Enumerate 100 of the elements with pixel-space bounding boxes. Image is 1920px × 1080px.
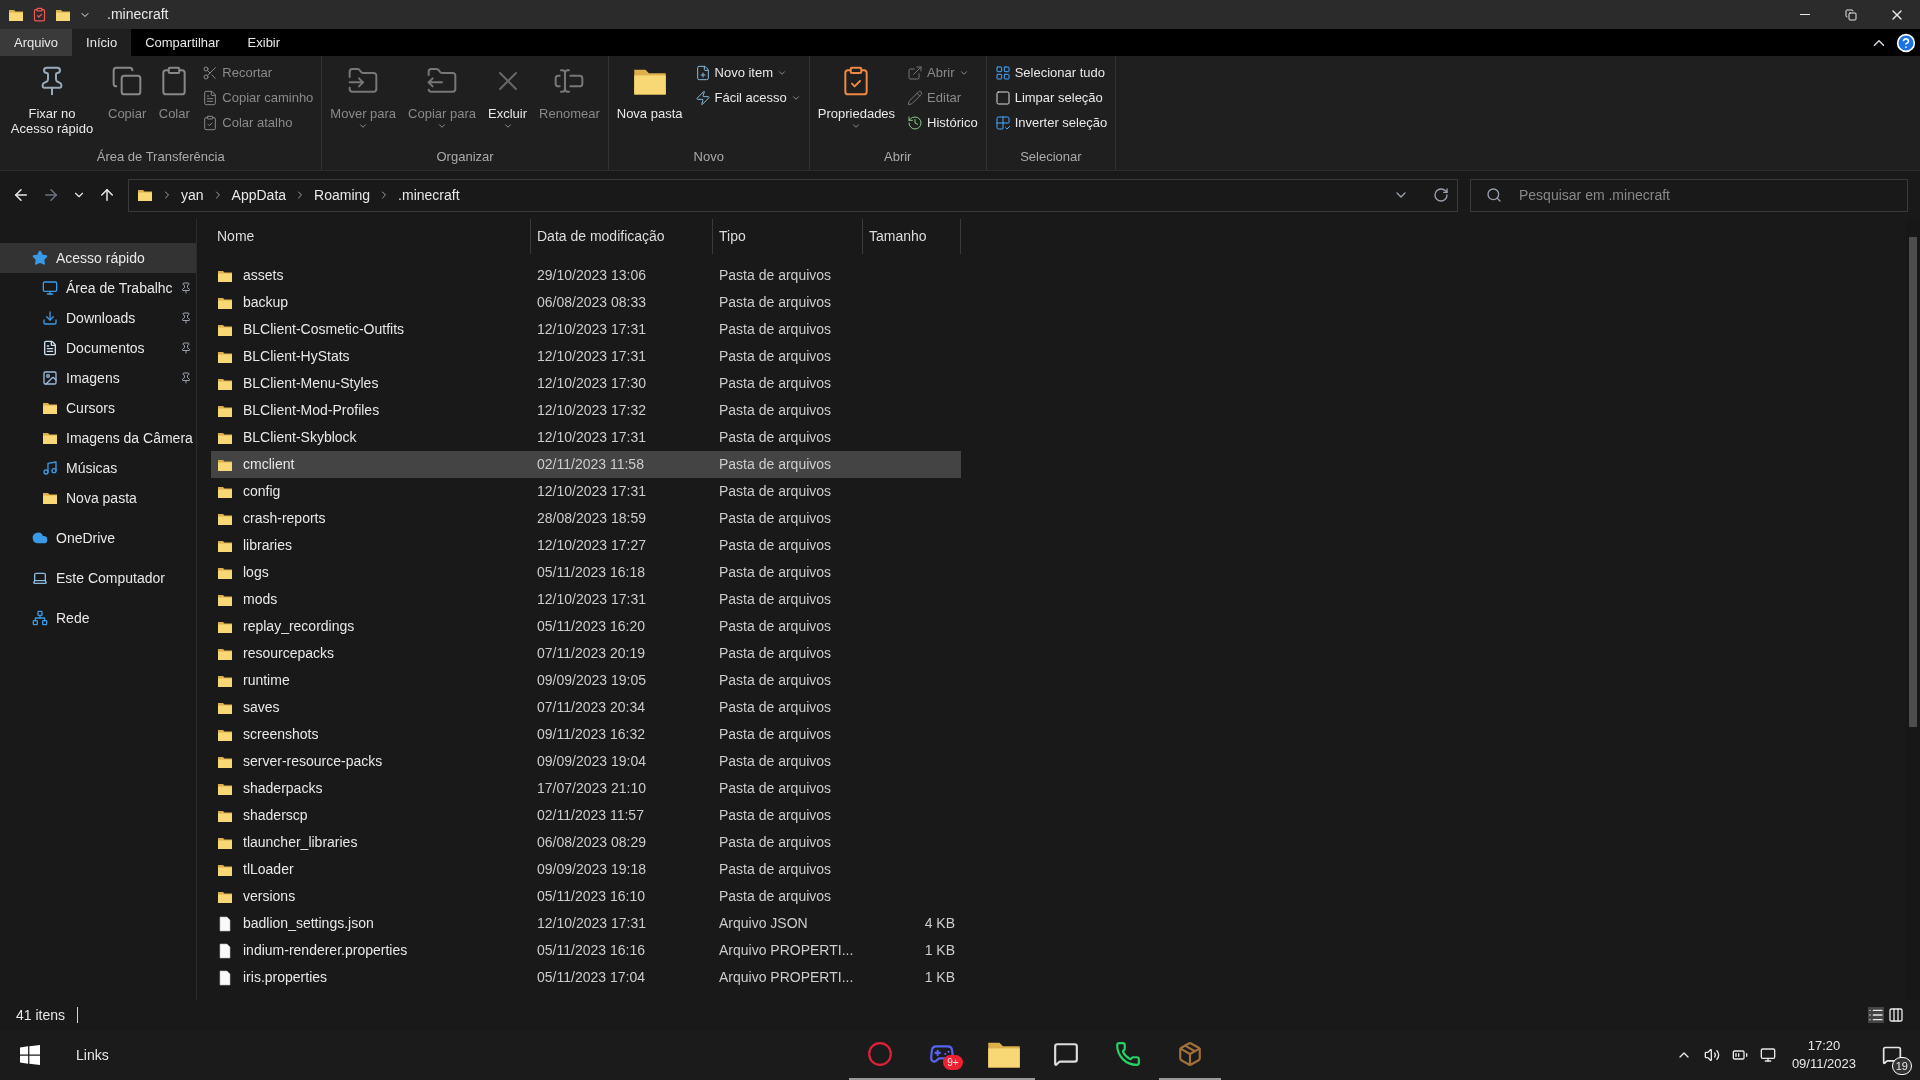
file-name: tlauncher_libraries bbox=[243, 833, 358, 852]
ribbon-small-button[interactable]: Inverter seleção bbox=[990, 112, 1112, 134]
ribbon-small-button[interactable]: Selecionar tudo bbox=[990, 62, 1112, 84]
ribbon-small-button[interactable]: Fácil acesso bbox=[690, 87, 805, 109]
file-name: BLClient-HyStats bbox=[243, 347, 350, 366]
file-name: versions bbox=[243, 887, 296, 906]
battery-icon[interactable] bbox=[1731, 1047, 1748, 1063]
tiles-view-icon[interactable] bbox=[1888, 1007, 1904, 1023]
sidebar-item[interactable]: OneDrive bbox=[0, 523, 196, 553]
back-icon[interactable] bbox=[12, 186, 30, 204]
file-name: cmclient bbox=[243, 455, 295, 474]
file-row[interactable]: tlauncher_libraries 06/08/2023 08:29 Pasta de arquivos bbox=[211, 829, 961, 856]
ribbon-small-button[interactable]: Limpar seleção bbox=[990, 87, 1112, 109]
ribbon-button[interactable]: Propriedades bbox=[813, 60, 900, 131]
ribbon-small-button[interactable]: Histórico bbox=[903, 112, 982, 134]
file-row[interactable]: BLClient-Menu-Styles 12/10/2023 17:30 Pasta de arquivos bbox=[211, 370, 961, 397]
file-row[interactable]: assets 29/10/2023 13:06 Pasta de arquivos bbox=[211, 262, 961, 289]
file-row[interactable]: backup 06/08/2023 08:33 Pasta de arquivos bbox=[211, 289, 961, 316]
file-name: runtime bbox=[243, 671, 290, 690]
column-header[interactable]: Tamanho bbox=[863, 219, 961, 254]
edit-icon bbox=[907, 90, 924, 106]
file-row[interactable]: shaderpacks 17/07/2023 21:10 Pasta de arquivos bbox=[211, 775, 961, 802]
sidebar-item[interactable]: Downloads bbox=[0, 303, 196, 333]
search-field[interactable]: Pesquisar em .minecraft bbox=[1470, 178, 1908, 212]
file-row[interactable]: runtime 09/09/2023 19:05 Pasta de arquivos bbox=[211, 667, 961, 694]
type-cell-text: Arquivo PROPERTI... bbox=[718, 968, 855, 987]
sidebar-item[interactable]: Área de Trabalhc bbox=[0, 273, 196, 303]
file-row[interactable]: server-resource-packs 09/09/2023 19:04 Pasta de arquivos bbox=[211, 748, 961, 775]
refresh-icon[interactable] bbox=[1433, 187, 1449, 203]
file-name: saves bbox=[243, 698, 280, 717]
ribbon-small-button[interactable]: Novo item bbox=[690, 62, 805, 84]
forward-icon[interactable] bbox=[42, 186, 60, 204]
column-header[interactable]: Tipo bbox=[713, 219, 863, 254]
sidebar-item[interactable]: Nova pasta bbox=[0, 483, 196, 513]
sidebar-item[interactable]: Imagens da Câmera bbox=[0, 423, 196, 453]
window-title: .minecraft bbox=[107, 5, 169, 24]
date-cell-text: 17/07/2023 21:10 bbox=[536, 779, 647, 798]
sidebar-item[interactable]: Documentos bbox=[0, 333, 196, 363]
breadcrumb[interactable]: .minecraft bbox=[398, 184, 460, 206]
date-cell-text: 05/11/2023 16:20 bbox=[536, 617, 646, 636]
type-cell-text: Pasta de arquivos bbox=[718, 752, 833, 771]
file-row[interactable]: BLClient-HyStats 12/10/2023 17:31 Pasta de arquivos bbox=[211, 343, 961, 370]
clock[interactable]: 17:20 09/11/2023 bbox=[1787, 1037, 1860, 1073]
address-bar[interactable]: yan AppData Roaming .minecraft bbox=[128, 178, 1458, 212]
sidebar-item[interactable]: Rede bbox=[0, 603, 196, 633]
file-name: server-resource-packs bbox=[243, 752, 383, 771]
column-header[interactable]: Nome bbox=[211, 219, 531, 254]
ribbon-tab[interactable]: Início bbox=[72, 29, 132, 56]
breadcrumb[interactable]: Roaming bbox=[314, 184, 371, 206]
file-name: crash-reports bbox=[243, 509, 326, 528]
taskbar-app[interactable]: 9+ bbox=[910, 1030, 973, 1080]
new-item-icon bbox=[694, 65, 711, 81]
column-header[interactable]: Data de modificação bbox=[531, 219, 713, 254]
invert-selection-icon bbox=[994, 115, 1011, 131]
details-view-icon[interactable] bbox=[1868, 1007, 1884, 1023]
breadcrumb[interactable]: AppData bbox=[231, 184, 287, 206]
file-name: replay_recordings bbox=[243, 617, 355, 636]
volume-icon[interactable] bbox=[1703, 1047, 1720, 1063]
file-name: libraries bbox=[243, 536, 292, 555]
properties-icon[interactable] bbox=[32, 7, 47, 22]
file-row[interactable]: versions 05/11/2023 16:10 Pasta de arquivos bbox=[211, 883, 961, 910]
file-row[interactable]: indium-renderer.properties 05/11/2023 16:16 Arquivo PROPERTI... 1 KB bbox=[211, 937, 961, 964]
file-row[interactable]: mods 12/10/2023 17:31 Pasta de arquivos bbox=[211, 586, 961, 613]
date-cell-text: 12/10/2023 17:31 bbox=[536, 914, 647, 933]
sidebar-item[interactable]: Músicas bbox=[0, 453, 196, 483]
sidebar-item[interactable]: Acesso rápido bbox=[0, 243, 196, 273]
file-row[interactable]: screenshots 09/11/2023 16:32 Pasta de arquivos bbox=[211, 721, 961, 748]
up-icon[interactable] bbox=[98, 186, 116, 204]
file-tab[interactable]: Arquivo bbox=[0, 29, 73, 56]
file-row[interactable]: shaderscp 02/11/2023 11:57 Pasta de arquivos bbox=[211, 802, 961, 829]
file-name: shaderscp bbox=[243, 806, 308, 825]
file-row[interactable]: replay_recordings 05/11/2023 16:20 Pasta de arquivos bbox=[211, 613, 961, 640]
file-row[interactable]: cmclient 02/11/2023 11:58 Pasta de arquivos bbox=[211, 451, 961, 478]
file-row[interactable]: BLClient-Mod-Profiles 12/10/2023 17:32 Pasta de arquivos bbox=[211, 397, 961, 424]
sidebar-item[interactable]: Imagens bbox=[0, 363, 196, 393]
file-row[interactable]: iris.properties 05/11/2023 17:04 Arquivo PROPERTI... 1 KB bbox=[211, 964, 961, 991]
ribbon-button[interactable]: Excluir bbox=[484, 60, 532, 131]
ribbon-button[interactable]: Fixar no Acesso rápido bbox=[4, 60, 100, 136]
file-row[interactable]: badlion_settings.json 12/10/2023 17:31 Arquivo JSON 4 KB bbox=[211, 910, 961, 937]
sidebar-item[interactable]: Este Computador bbox=[0, 563, 196, 593]
type-cell-text: Pasta de arquivos bbox=[718, 671, 833, 690]
ribbon-button[interactable]: Nova pasta bbox=[612, 60, 687, 121]
date-cell-text: 07/11/2023 20:34 bbox=[536, 698, 646, 717]
file-row[interactable]: resourcepacks 07/11/2023 20:19 Pasta de arquivos bbox=[211, 640, 961, 667]
file-row[interactable]: libraries 12/10/2023 17:27 Pasta de arquivos bbox=[211, 532, 961, 559]
file-row[interactable]: BLClient-Skyblock 12/10/2023 17:31 Pasta de arquivos bbox=[211, 424, 961, 451]
file-row[interactable]: saves 07/11/2023 20:34 Pasta de arquivos bbox=[211, 694, 961, 721]
help-icon[interactable] bbox=[1896, 32, 1916, 53]
file-row[interactable]: config 12/10/2023 17:31 Pasta de arquivos bbox=[211, 478, 961, 505]
date-cell-text: 12/10/2023 17:31 bbox=[536, 320, 647, 339]
scissors-icon bbox=[202, 65, 219, 81]
toolbar-label[interactable]: Links bbox=[76, 1044, 109, 1066]
file-row[interactable]: BLClient-Cosmetic-Outfits 12/10/2023 17:31 Pasta de arquivos bbox=[211, 316, 961, 343]
ring-icon bbox=[866, 1041, 893, 1067]
file-row[interactable]: logs 05/11/2023 16:18 Pasta de arquivos bbox=[211, 559, 961, 586]
file-row[interactable]: crash-reports 28/08/2023 18:59 Pasta de arquivos bbox=[211, 505, 961, 532]
breadcrumb[interactable]: yan bbox=[181, 184, 204, 206]
network-icon[interactable] bbox=[1759, 1047, 1776, 1063]
file-row[interactable]: tlLoader 09/09/2023 19:18 Pasta de arquivos bbox=[211, 856, 961, 883]
sidebar-item[interactable]: Cursors bbox=[0, 393, 196, 423]
